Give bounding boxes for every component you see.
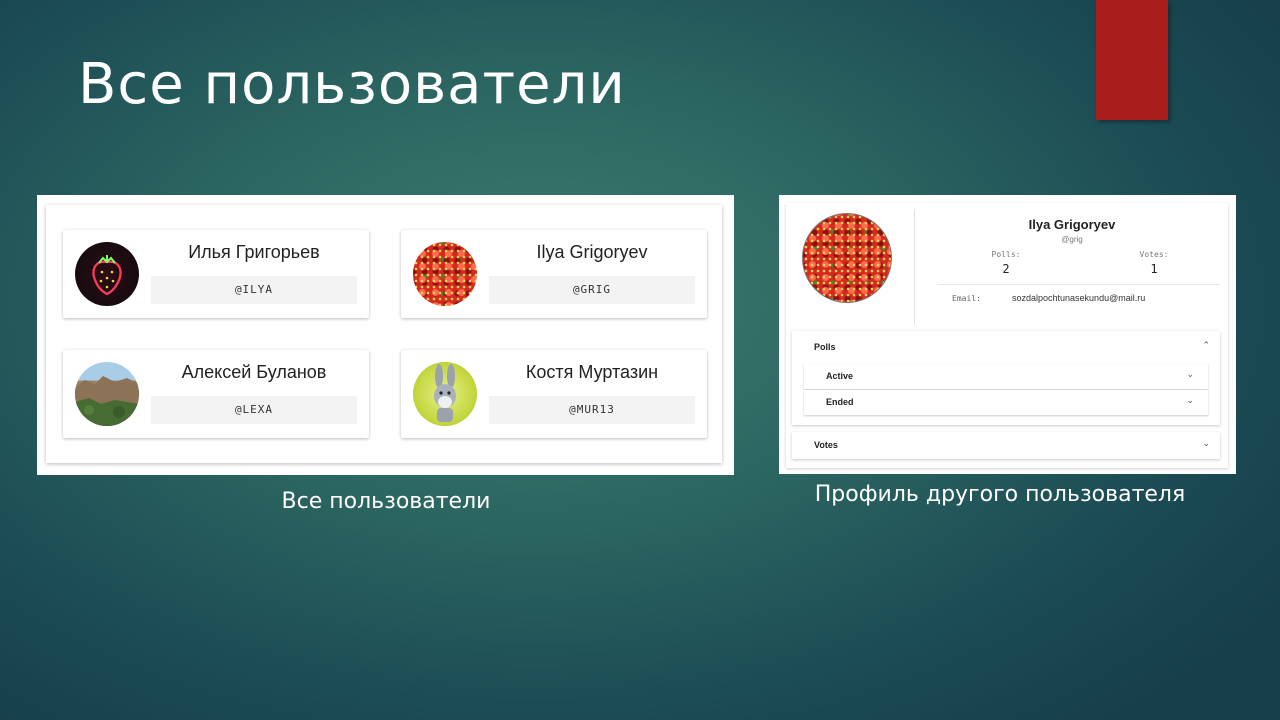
profile-divider: [914, 209, 915, 325]
chevron-down-icon[interactable]: ⌄: [1186, 396, 1194, 406]
profile-caption: Профиль другого пользователя: [814, 482, 1186, 507]
users-list-screenshot: Илья Григорьев @ILYA Ilya Grigoryev @GRI…: [37, 195, 734, 475]
user-avatar[interactable]: [413, 362, 477, 426]
red-accent-tab: [1096, 0, 1168, 120]
landscape-image: [75, 376, 139, 426]
profile-separator: [938, 284, 1220, 285]
user-name: Илья Григорьев: [188, 242, 320, 262]
bunny-icon: [434, 364, 456, 422]
user-avatar[interactable]: [75, 242, 139, 306]
user-handle: @GRIG: [489, 276, 695, 304]
users-caption: Все пользователи: [281, 489, 491, 514]
users-panel: Илья Григорьев @ILYA Ilya Grigoryev @GRI…: [46, 205, 722, 463]
user-name: Алексей Буланов: [181, 362, 327, 382]
votes-stat-value: 1: [1150, 262, 1158, 276]
profile-panel: Ilya Grigoryev @grig Polls: 2 Votes: 1 E…: [786, 203, 1228, 468]
user-handle: @LEXA: [151, 396, 357, 424]
polls-stat-value: 2: [1002, 262, 1010, 276]
email-label: Email:: [952, 294, 981, 303]
chevron-up-icon[interactable]: ⌃: [1202, 341, 1210, 351]
profile-screenshot: Ilya Grigoryev @grig Polls: 2 Votes: 1 E…: [779, 195, 1236, 474]
polls-accordion: Polls ⌃ Active ⌄ Ended ⌄: [792, 331, 1220, 425]
chevron-down-icon[interactable]: ⌄: [1186, 370, 1194, 380]
ended-polls-accordion[interactable]: Ended ⌄: [804, 390, 1208, 415]
user-handle: @MUR13: [489, 396, 695, 424]
slide-title: Все пользователи: [78, 52, 626, 117]
user-handle: @ILYA: [151, 276, 357, 304]
active-polls-label: Active: [826, 371, 854, 381]
votes-stat-label: Votes:: [1139, 250, 1169, 259]
profile-name: Ilya Grigoryev: [1028, 217, 1116, 232]
neon-strawberry-icon: [92, 255, 122, 296]
user-name: Костя Муртазин: [525, 362, 659, 382]
profile-avatar: [802, 213, 892, 303]
user-card[interactable]: Ilya Grigoryev @GRIG: [401, 230, 707, 318]
active-polls-accordion[interactable]: Active ⌄: [804, 364, 1208, 389]
user-card[interactable]: Костя Муртазин @MUR13: [401, 350, 707, 438]
votes-accordion-header[interactable]: Votes: [814, 440, 838, 450]
email-value: sozdalpochtunasekundu@mail.ru: [1012, 293, 1146, 303]
user-card[interactable]: Алексей Буланов @LEXA: [63, 350, 369, 438]
profile-handle: @grig: [1061, 235, 1083, 244]
user-avatar[interactable]: [75, 362, 139, 426]
polls-stat-label: Polls:: [991, 250, 1021, 259]
votes-accordion[interactable]: Votes ⌄: [792, 432, 1220, 459]
user-name: Ilya Grigoryev: [536, 242, 648, 262]
user-avatar[interactable]: [413, 242, 477, 306]
chevron-down-icon[interactable]: ⌄: [1202, 439, 1210, 449]
polls-accordion-header[interactable]: Polls: [814, 342, 836, 352]
ended-polls-label: Ended: [826, 397, 854, 407]
user-card[interactable]: Илья Григорьев @ILYA: [63, 230, 369, 318]
